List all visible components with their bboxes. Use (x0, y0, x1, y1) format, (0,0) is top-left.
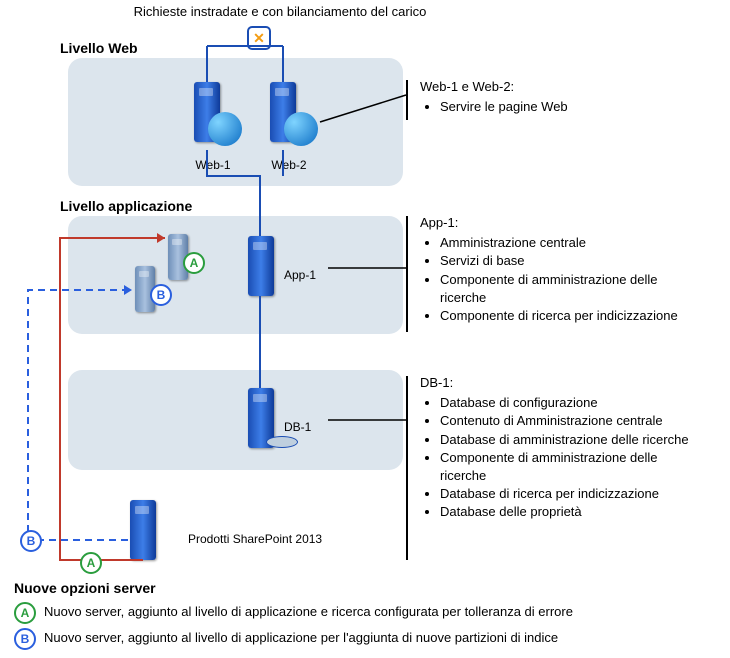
app-desc-bar (406, 216, 408, 332)
db-desc-list: Database di configurazione Contenuto di … (420, 394, 700, 521)
db-desc-title: DB-1: (420, 374, 700, 392)
app-desc-list: Amministrazione centrale Servizi di base… (420, 234, 700, 325)
sharepoint-server-icon (130, 500, 156, 560)
db-desc-item: Database di ricerca per indicizzazione (440, 485, 700, 503)
server-db-1-label: DB-1 (284, 420, 311, 434)
legend-b-badge: B (14, 628, 36, 650)
db-desc-item: Database di amministrazione delle ricerc… (440, 431, 700, 449)
server-db-1 (248, 388, 274, 448)
badge-b-inline: B (150, 284, 172, 306)
web-desc-list: Servire le pagine Web (420, 98, 568, 116)
routing-caption: Richieste instradate e con bilanciamento… (90, 4, 470, 19)
architecture-diagram: Richieste instradate e con bilanciamento… (0, 0, 730, 658)
app-desc-title: App-1: (420, 214, 700, 232)
app-desc-item: Componente di ricerca per indicizzazione (440, 307, 700, 325)
web-desc-bar (406, 80, 408, 120)
app-desc-item: Servizi di base (440, 252, 700, 270)
app-tier-label: Livello applicazione (60, 198, 192, 214)
db-desc-item: Contenuto di Amministrazione centrale (440, 412, 700, 430)
app-desc-item: Amministrazione centrale (440, 234, 700, 252)
server-app-1-label: App-1 (284, 268, 316, 282)
legend-a-badge: A (14, 602, 36, 624)
badge-a-inline: A (183, 252, 205, 274)
new-servers-heading: Nuove opzioni server (14, 580, 156, 596)
web-tier-label: Livello Web (60, 40, 138, 56)
server-web-2 (270, 82, 296, 142)
server-web-1 (194, 82, 220, 142)
db-tier (68, 370, 403, 470)
app-desc-item: Componente di amministrazione delle rice… (440, 271, 700, 307)
legend-b-text: Nuovo server, aggiunto al livello di app… (44, 630, 558, 645)
server-app-1 (248, 236, 274, 296)
path-b-badge: B (20, 530, 42, 552)
web-desc: Web-1 e Web-2: Servire le pagine Web (420, 78, 568, 116)
server-web-2-label: Web-2 (264, 158, 314, 172)
legend-a-text: Nuovo server, aggiunto al livello di app… (44, 604, 573, 619)
sharepoint-label: Prodotti SharePoint 2013 (188, 532, 322, 546)
load-balancer-icon: ✕ (247, 26, 271, 50)
db-desc-bar (406, 376, 408, 560)
server-web-1-label: Web-1 (188, 158, 238, 172)
db-desc-item: Database delle proprietà (440, 503, 700, 521)
web-desc-title: Web-1 e Web-2: (420, 78, 568, 96)
db-desc-item: Database di configurazione (440, 394, 700, 412)
app-tier (68, 216, 403, 334)
app-desc: App-1: Amministrazione centrale Servizi … (420, 214, 700, 325)
db-desc: DB-1: Database di configurazione Contenu… (420, 374, 700, 522)
path-a-badge: A (80, 552, 102, 574)
web-desc-item: Servire le pagine Web (440, 98, 568, 116)
db-desc-item: Componente di amministrazione delle rice… (440, 449, 700, 485)
